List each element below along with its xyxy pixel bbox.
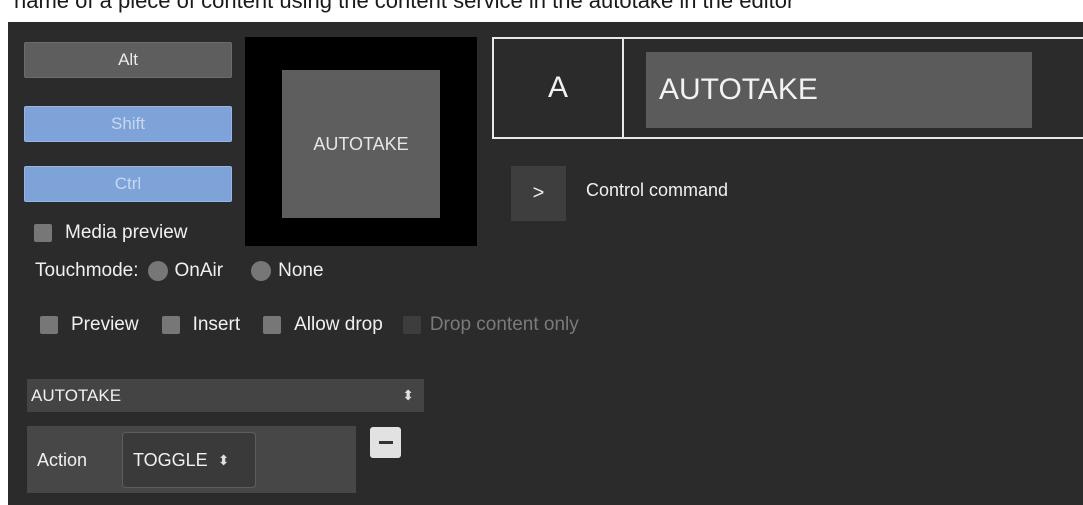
insert-label: Insert xyxy=(192,314,241,335)
command-select[interactable]: AUTOTAKE ⬍ xyxy=(27,379,424,412)
select-arrows-icon: ⬍ xyxy=(402,387,414,403)
insert-checkbox[interactable] xyxy=(161,316,180,334)
minus-icon xyxy=(378,441,393,444)
media-preview-checkbox[interactable] xyxy=(34,224,52,242)
preview-label: Preview xyxy=(71,314,139,335)
drop-content-only-checkbox[interactable] xyxy=(402,316,421,334)
touchmode-label: Touchmode: xyxy=(35,260,139,281)
shift-modifier-button[interactable]: Shift xyxy=(24,106,232,142)
options-row: Preview Insert Allow drop Drop content o… xyxy=(40,314,579,336)
media-preview-option[interactable]: Media preview xyxy=(34,222,188,244)
action-label: Action xyxy=(37,450,88,470)
top-text-strip: name of a piece of content using the con… xyxy=(0,0,1083,22)
button-preview: AUTOTAKE xyxy=(245,37,477,246)
onair-radio[interactable] xyxy=(147,261,168,281)
alt-modifier-button[interactable]: Alt xyxy=(24,42,232,78)
command-label-row: Control command xyxy=(586,180,728,201)
onair-label: OnAir xyxy=(174,260,224,281)
command-select-value: AUTOTAKE xyxy=(31,385,122,405)
action-select-arrows-icon: ⬍ xyxy=(217,451,230,468)
allow-drop-checkbox[interactable] xyxy=(263,316,282,334)
control-command-label: Control command xyxy=(586,180,729,200)
none-radio[interactable] xyxy=(251,261,272,281)
drop-content-only-label: Drop content only xyxy=(429,314,579,335)
none-label: None xyxy=(278,260,324,281)
touchmode-row: Touchmode: OnAir None xyxy=(35,260,324,282)
media-preview-label: Media preview xyxy=(65,222,188,243)
allow-drop-label: Allow drop xyxy=(294,314,383,335)
key-name-field[interactable]: AUTOTAKE xyxy=(646,52,1032,128)
action-panel: Action TOGGLE ⬍ xyxy=(27,426,356,493)
top-strip-text: name of a piece of content using the con… xyxy=(14,0,795,13)
key-display: A AUTOTAKE xyxy=(492,37,1083,139)
key-letter: A xyxy=(494,39,624,137)
action-select[interactable]: TOGGLE ⬍ xyxy=(122,432,256,488)
preview-checkbox[interactable] xyxy=(40,316,58,334)
preview-tile[interactable]: AUTOTAKE xyxy=(282,70,440,218)
action-select-value: TOGGLE xyxy=(133,449,208,470)
remove-action-button[interactable] xyxy=(370,427,401,458)
expand-command-button[interactable]: > xyxy=(511,166,566,221)
ctrl-modifier-button[interactable]: Ctrl xyxy=(24,166,232,202)
